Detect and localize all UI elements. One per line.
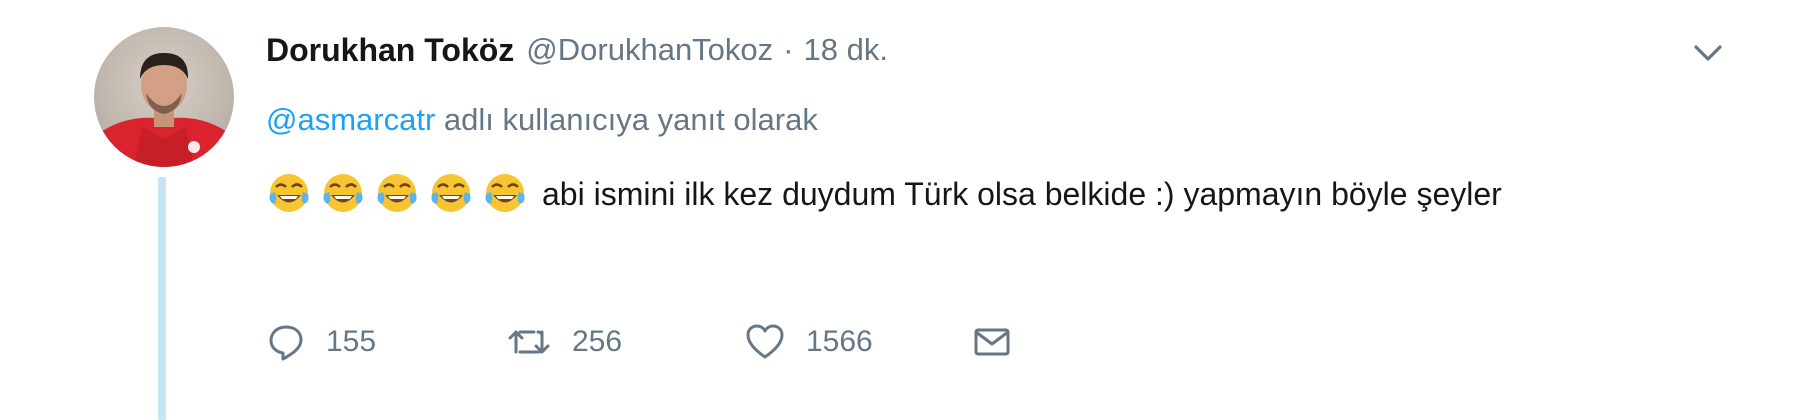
reply-button[interactable]: 155 xyxy=(266,322,506,362)
emoji-group xyxy=(266,170,528,216)
display-name[interactable]: Dorukhan Toköz xyxy=(266,32,514,69)
reply-icon xyxy=(269,325,303,361)
tweet-header: Dorukhan Toköz @DorukhanTokoz · 18 dk. xyxy=(266,28,888,72)
retweet-count: 256 xyxy=(572,325,623,358)
chevron-down-icon xyxy=(1694,45,1722,61)
tears-of-joy-emoji-icon xyxy=(431,173,471,212)
heart-icon xyxy=(746,324,784,359)
avatar[interactable] xyxy=(94,27,234,167)
separator-dot: · xyxy=(783,32,794,67)
tweet-text-content: abi ismini ilk kez duydum Türk olsa belk… xyxy=(542,176,1502,212)
avatar-image xyxy=(94,53,234,167)
tears-of-joy-emoji-icon xyxy=(485,173,525,212)
like-count: 1566 xyxy=(806,325,873,358)
tears-of-joy-emoji-icon xyxy=(377,173,417,212)
timestamp[interactable]: 18 dk. xyxy=(804,32,888,68)
reply-count: 155 xyxy=(326,325,377,358)
tweet-actions: 155 256 1566 xyxy=(266,318,1012,366)
tears-of-joy-emoji-icon xyxy=(269,173,309,212)
user-handle[interactable]: @DorukhanTokoz xyxy=(526,32,773,68)
reply-mention-link[interactable]: @asmarcatr xyxy=(266,102,435,137)
reply-context: @asmarcatr adlı kullanıcıya yanıt olarak xyxy=(266,102,818,138)
tweet[interactable]: Dorukhan Toköz @DorukhanTokoz · 18 dk. @… xyxy=(0,0,1818,420)
tweet-text: abi ismini ilk kez duydum Türk olsa belk… xyxy=(266,164,1686,224)
reply-context-text: adlı kullanıcıya yanıt olarak xyxy=(443,102,818,137)
envelope-icon xyxy=(974,328,1010,356)
direct-message-button[interactable] xyxy=(972,322,1012,362)
retweet-icon xyxy=(508,330,550,354)
more-options-button[interactable] xyxy=(1688,38,1728,68)
tears-of-joy-emoji-icon xyxy=(323,173,363,212)
like-button[interactable]: 1566 xyxy=(744,322,972,362)
retweet-button[interactable]: 256 xyxy=(506,322,744,362)
thread-line xyxy=(158,177,166,420)
